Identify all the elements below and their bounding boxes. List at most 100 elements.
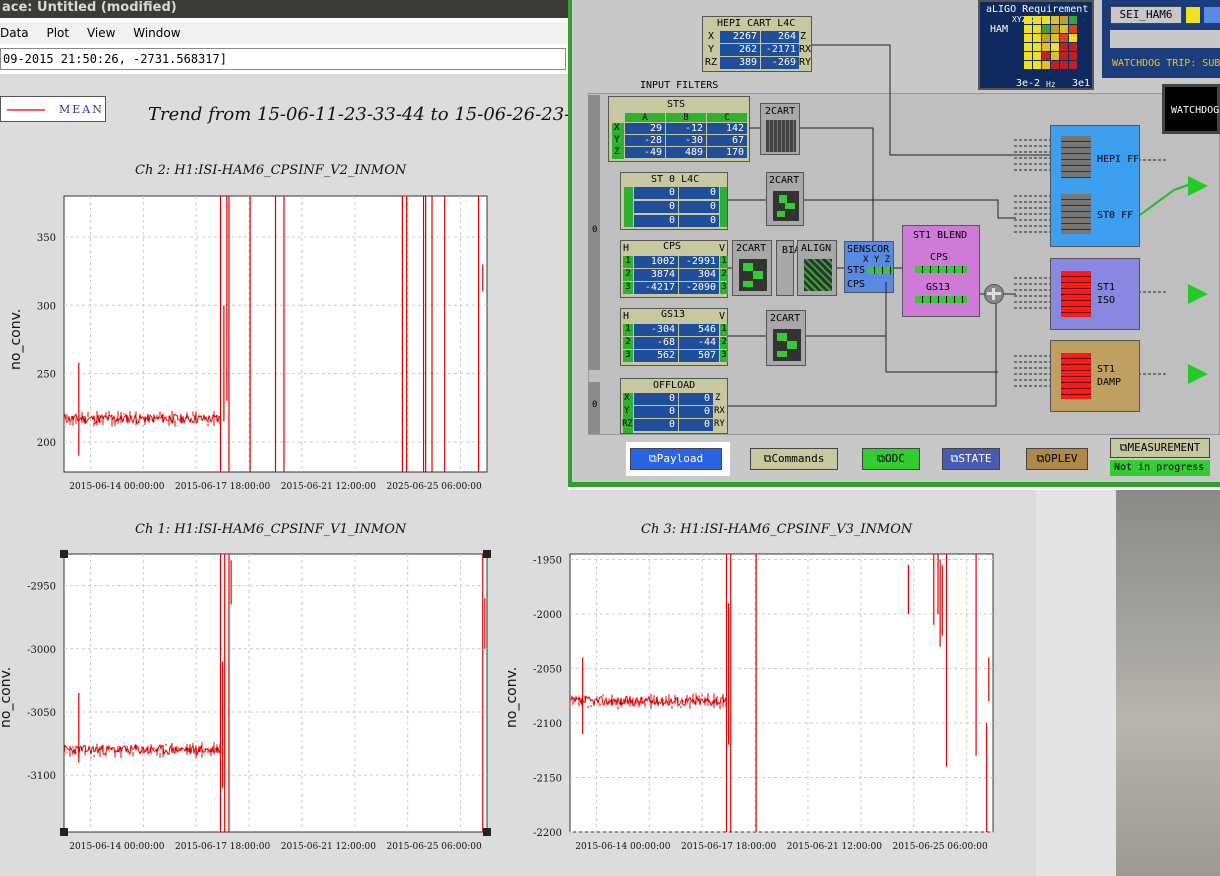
- heatmap-cell: [1060, 43, 1068, 51]
- heatmap-cell: [1042, 61, 1050, 69]
- heatmap-cell: [1024, 61, 1032, 69]
- heatmap-cell: [1042, 16, 1050, 24]
- heatmap-cell: [1042, 34, 1050, 42]
- x-tick-label: 2015-06-14 00:00:00: [69, 842, 164, 852]
- heatmap-cell: [1060, 25, 1068, 33]
- y-tick-label: -2200: [533, 828, 562, 839]
- sei-status-panel: SEI_HAM6 WATCHDOG TRIP: SUB: [1102, 0, 1220, 78]
- x-tick-label: 2015-06-21 12:00:00: [281, 842, 376, 852]
- heatmap-cell: [1051, 52, 1059, 60]
- hepi-ff-label: HEPI FF: [1097, 154, 1140, 165]
- heatmap-cell: [1033, 25, 1041, 33]
- heatmap-cell: [1069, 61, 1077, 69]
- menu-data[interactable]: Data: [0, 26, 29, 40]
- resize-handle: [60, 550, 68, 558]
- x-tick-label: 2025-06-25 06:00:00: [387, 482, 482, 492]
- legend-label: MEAN: [59, 103, 104, 116]
- heatmap-cell: [1069, 52, 1077, 60]
- plot-frame: [569, 553, 994, 833]
- y-tick-label: -2100: [533, 719, 562, 730]
- commands-button[interactable]: ⧉Commands: [750, 448, 838, 470]
- heatmap-cell: [1033, 43, 1041, 51]
- y-tick-label: -2950: [27, 582, 56, 593]
- x-tick-label: 2015-06-17 18:00:00: [681, 842, 776, 852]
- heatmap-cell: [1024, 34, 1032, 42]
- heatmap-cell: [1069, 25, 1077, 33]
- x-tick-label: 2015-06-17 18:00:00: [175, 842, 270, 852]
- x-tick-label: 2015-06-21 12:00:00: [281, 482, 376, 492]
- y-tick-label: 300: [37, 301, 56, 312]
- st1-damp-block[interactable]: ST1 DAMP: [1050, 340, 1140, 412]
- y-tick-label: -2000: [533, 610, 562, 621]
- sei-ham6-button[interactable]: SEI_HAM6: [1110, 6, 1182, 24]
- measurement-status: Not in progress: [1110, 460, 1210, 476]
- ch1-title: Ch 1: H1:ISI-HAM6_CPSINF_V1_INMON: [135, 522, 407, 537]
- heatmap-cell: [1051, 61, 1059, 69]
- heatmap-cell: [1042, 52, 1050, 60]
- heatmap-cell: [1033, 34, 1041, 42]
- y-tick-label: -2050: [533, 664, 562, 675]
- heatmap-cell: [1042, 43, 1050, 51]
- odc-button[interactable]: ⧉ODC: [862, 448, 920, 470]
- cursor-readout: 09-2015 21:50:26, -2731.568317]: [0, 48, 566, 70]
- heatmap-cell: [1024, 52, 1032, 60]
- x-tick-label: 2015-06-25 06:00:00: [387, 842, 482, 852]
- st1-damp-label: ST1 DAMP: [1097, 364, 1122, 388]
- measurement-button[interactable]: ⧉MEASUREMENT: [1110, 438, 1210, 458]
- heatmap-cell: [1033, 61, 1041, 69]
- watchdog-trip-text: WATCHDOG TRIP: SUB: [1112, 58, 1220, 69]
- heatmap-cell: [1060, 16, 1068, 24]
- x-tick-label: 2015-06-17 18:00:00: [175, 482, 270, 492]
- y-tick-label: -3050: [27, 708, 56, 719]
- resize-handle: [483, 828, 491, 836]
- heatmap-cell: [1051, 25, 1059, 33]
- state-button[interactable]: ⧉STATE: [942, 448, 1000, 470]
- aligo-requirement-panel[interactable]: aLIGO Requirement HAM XYZRXRYRZ 3e-2 Hz …: [978, 0, 1094, 90]
- heatmap-cell: [1033, 52, 1041, 60]
- ch3-chart[interactable]: -1950 -2000 -2050 -2100 -2150 -2200 2015-06-14…: [520, 548, 1010, 854]
- y-tick-label: -1950: [533, 555, 562, 566]
- x-tick-label: 2015-06-25 06:00:00: [893, 842, 988, 852]
- y-tick-label: 250: [37, 370, 56, 381]
- heatmap-cell: [1069, 16, 1077, 24]
- payload-button[interactable]: ⧉Payload: [630, 448, 722, 470]
- watchdog-display: WATCHDOG: [1162, 84, 1220, 134]
- st1-iso-label: ST1 ISO: [1097, 282, 1116, 306]
- oplev-button[interactable]: ⧉OPLEV: [1026, 448, 1088, 470]
- heatmap-cell: [1042, 25, 1050, 33]
- heatmap-cell: [1060, 61, 1068, 69]
- heatmap-cell: [1051, 43, 1059, 51]
- menu-plot[interactable]: Plot: [46, 26, 69, 40]
- heatmap-cell: [1051, 34, 1059, 42]
- x-tick-label: 2015-06-21 12:00:00: [787, 842, 882, 852]
- aligo-title: aLIGO Requirement: [986, 4, 1089, 15]
- menu-window[interactable]: Window: [133, 26, 180, 40]
- feedforward-block[interactable]: HEPI FF ST0 FF: [1050, 125, 1140, 247]
- ch3-title: Ch 3: H1:ISI-HAM6_CPSINF_V3_INMON: [641, 522, 913, 537]
- resize-handle: [483, 550, 491, 558]
- heatmap-cell: [1069, 43, 1077, 51]
- desktop-strip: [1036, 490, 1116, 876]
- x-tick-label: 2015-06-14 00:00:00: [575, 842, 670, 852]
- requirement-heatmap: [1024, 16, 1077, 69]
- plot-frame: [63, 553, 488, 833]
- ch1-chart[interactable]: -2950 -3000 -3050 -3100 2015-06-14 00:00:00 2…: [0, 548, 520, 854]
- heatmap-cell: [1024, 25, 1032, 33]
- heatmap-cell: [1060, 34, 1068, 42]
- heatmap-cell: [1033, 16, 1041, 24]
- y-tick-label: -2150: [533, 773, 562, 784]
- desktop-wallpaper: [1116, 490, 1220, 876]
- medm-screen: 0 0 HEPI CART L4C X Y RZ 2267 262 389 26…: [568, 0, 1220, 490]
- ch2-title: Ch 2: H1:ISI-HAM6_CPSINF_V2_INMON: [135, 163, 407, 178]
- x-tick-label: 2015-06-14 00:00:00: [69, 482, 164, 492]
- ch2-chart[interactable]: 200 250 300 350 2015-06-14 00:00:00 2015-06-1…: [0, 190, 520, 496]
- legend: MEAN: [0, 96, 106, 122]
- y-tick-label: 350: [37, 233, 56, 244]
- y-tick-label: -3000: [27, 645, 56, 656]
- heatmap-cell: [1051, 16, 1059, 24]
- heatmap-cell: [1024, 16, 1032, 24]
- st1-iso-block[interactable]: ST1 ISO: [1050, 258, 1140, 330]
- heatmap-cell: [1069, 34, 1077, 42]
- trend-title: Trend from 15-06-11-23-33-44 to 15-06-26…: [148, 104, 600, 125]
- menu-view[interactable]: View: [87, 26, 115, 40]
